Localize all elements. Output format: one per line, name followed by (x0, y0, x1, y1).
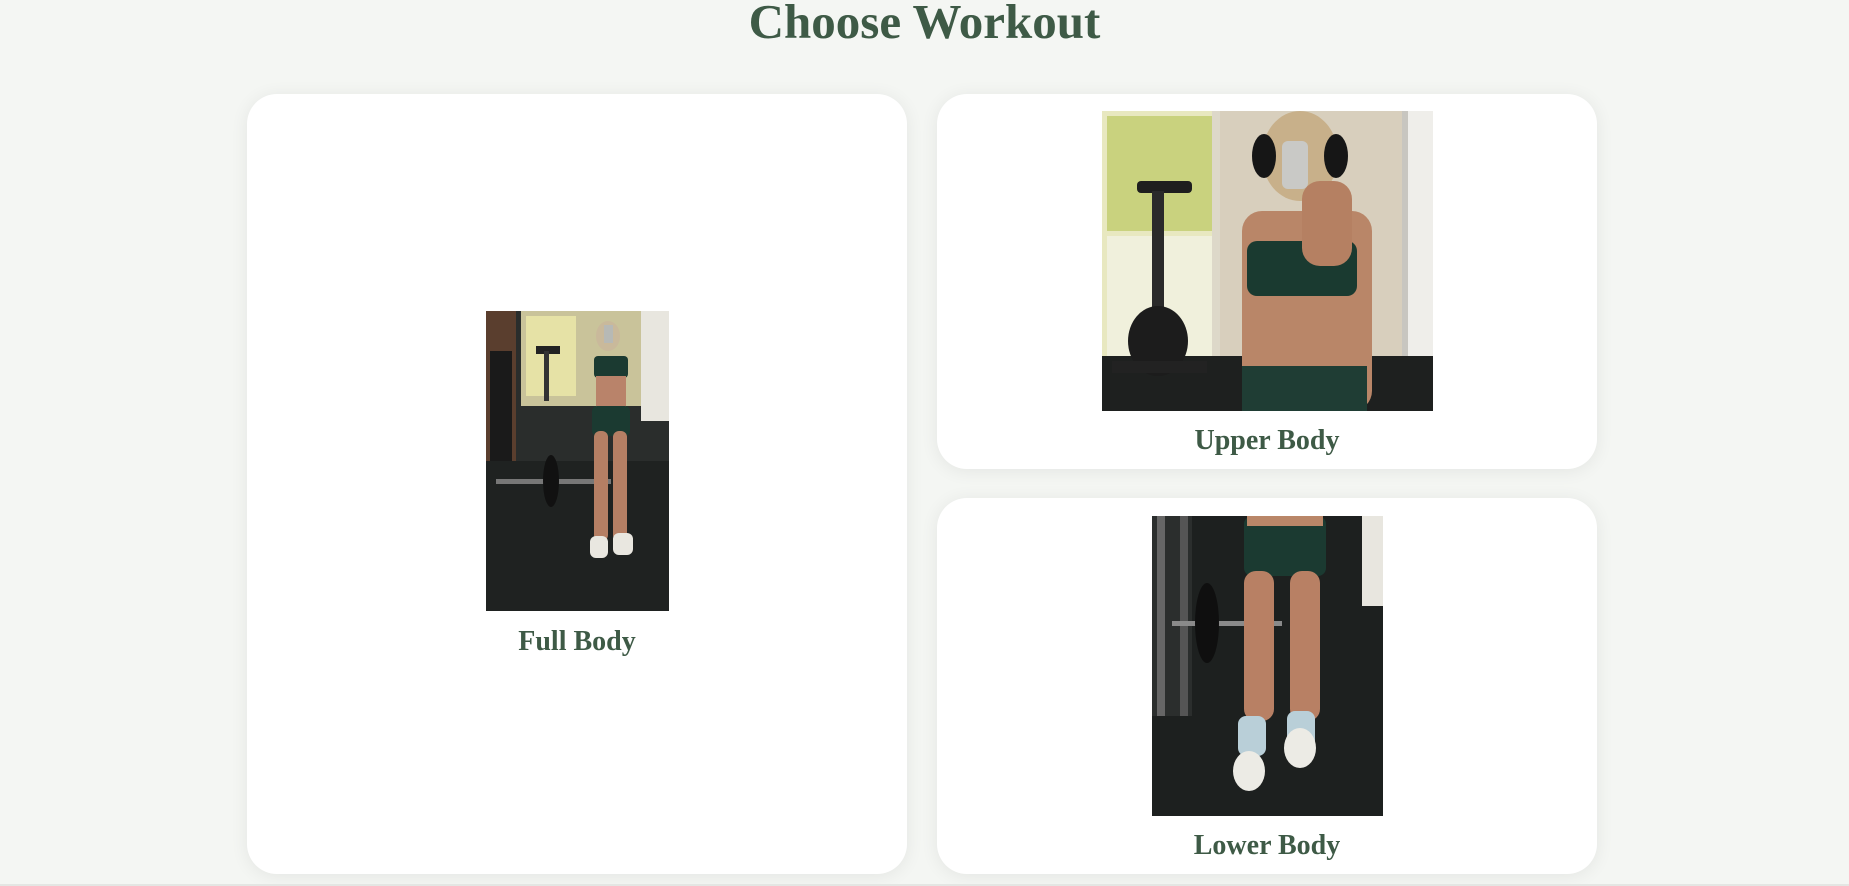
upper-body-label: Upper Body (1194, 424, 1340, 456)
full-body-label: Full Body (518, 625, 636, 657)
workout-card-upper-body[interactable]: Upper Body (937, 94, 1597, 469)
workout-card-lower-body[interactable]: Lower Body (937, 498, 1597, 874)
upper-body-photo (1101, 110, 1433, 411)
page-title: Choose Workout (748, 0, 1101, 49)
workout-chooser-page: Choose Workout Full Body Upper Body Lowe… (0, 0, 1849, 886)
workout-card-full-body[interactable]: Full Body (247, 94, 907, 874)
full-body-photo (485, 310, 669, 611)
lower-body-photo (1151, 516, 1383, 816)
lower-body-label: Lower Body (1193, 830, 1341, 861)
